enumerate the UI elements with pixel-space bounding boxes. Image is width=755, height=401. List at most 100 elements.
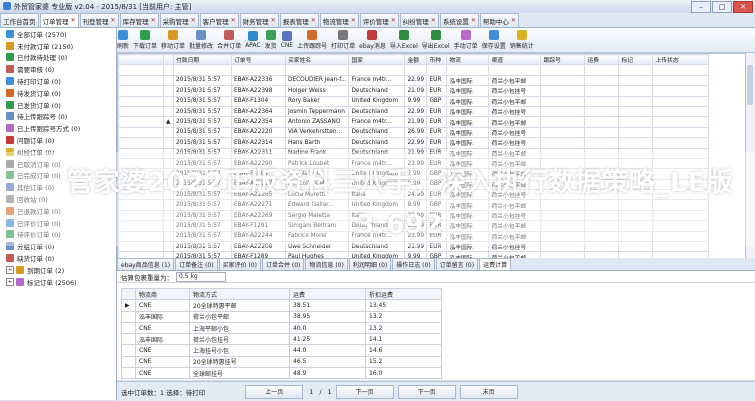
column-header[interactable]: 上传状态: [652, 54, 710, 66]
column-header[interactable]: 运费: [584, 54, 620, 66]
top-tab[interactable]: 工作台首页: [0, 13, 39, 27]
shipping-row[interactable]: CNE 上海平邮小包 40.0 13.2: [121, 321, 442, 335]
sidebar-item[interactable]: 需要审核 (0): [0, 63, 116, 75]
top-tab[interactable]: 帮助中心 ✕: [479, 13, 519, 27]
toolbar-button[interactable]: 批量修改: [189, 30, 213, 50]
sidebar-item[interactable]: 全部订单 (2570): [0, 28, 116, 40]
detail-tab[interactable]: 订单合并 (0): [261, 258, 305, 270]
close-tab-icon[interactable]: ✕: [431, 17, 436, 24]
close-tab-icon[interactable]: ✕: [151, 17, 156, 24]
toolbar-button[interactable]: 销售统计: [510, 30, 534, 50]
close-tab-icon[interactable]: ✕: [191, 17, 196, 24]
column-header[interactable]: 金额: [404, 54, 428, 66]
column-header[interactable]: 币种: [426, 54, 448, 66]
detail-tab[interactable]: 操作日志 (0): [392, 258, 435, 270]
expand-icon[interactable]: +: [6, 265, 14, 274]
close-tab-icon[interactable]: ✕: [351, 17, 356, 24]
table-row[interactable]: ▲ 2015/8/31 5:57 EBAY-A22354 Antonio ZASSAN…: [118, 116, 710, 128]
column-header[interactable]: 渠道: [488, 54, 542, 66]
detail-tab[interactable]: 买家评价 (0): [218, 258, 261, 270]
detail-tab[interactable]: 订单留言 (0): [435, 258, 479, 270]
detail-tab[interactable]: ebay商品信息 (1): [117, 258, 175, 270]
sidebar-item[interactable]: 已上传跟踪号方式 (0): [0, 122, 116, 134]
shipping-column-header[interactable]: 运费: [289, 287, 366, 301]
toolbar-button[interactable]: 导出Excel: [422, 30, 450, 50]
column-header[interactable]: [118, 54, 164, 66]
close-tab-icon[interactable]: ✕: [231, 17, 236, 24]
close-tab-icon[interactable]: ✕: [271, 17, 276, 24]
shipping-column-header[interactable]: 折扣运费: [365, 287, 442, 301]
next-page-button-2[interactable]: 下一页: [397, 384, 456, 399]
top-tab[interactable]: 采购管理 ✕: [159, 13, 199, 27]
shipping-row[interactable]: CNE 全球邮挂号 48.9 16.0: [121, 367, 442, 380]
close-tab-icon[interactable]: ✕: [111, 17, 116, 24]
top-tab[interactable]: 库存管理 ✕: [119, 13, 159, 27]
close-tab-icon[interactable]: ✕: [471, 17, 476, 24]
scrollbar-thumb[interactable]: [747, 65, 753, 105]
minimize-button[interactable]: –: [691, 1, 711, 13]
close-button[interactable]: ✕: [733, 1, 753, 13]
top-tab[interactable]: 物流管理 ✕: [319, 13, 359, 27]
column-header[interactable]: 跟踪号: [540, 54, 586, 66]
sidebar-item[interactable]: + 标记订单 (2506): [0, 276, 116, 288]
column-header[interactable]: 买家姓名: [284, 54, 350, 66]
column-header[interactable]: 订单号: [231, 54, 286, 66]
toolbar-button[interactable]: 上传跟踪号: [297, 30, 327, 50]
shipping-column-header[interactable]: 物流商: [135, 287, 190, 301]
toolbar-button[interactable]: 移动订单: [161, 30, 185, 50]
detail-tab[interactable]: 利润明细 (0): [348, 258, 392, 270]
top-tab[interactable]: 订单管理 ✕: [39, 13, 79, 27]
table-row[interactable]: 2015/8/31 5:57 EBAY-A22398 Holger Weiss Deu…: [118, 85, 710, 97]
table-row[interactable]: 2015/8/31 5:57 EBAY-A22336 DECOUDIER Jean-…: [118, 74, 710, 87]
toolbar-button[interactable]: 保存设置: [482, 30, 506, 50]
column-header[interactable]: 物流: [446, 54, 490, 66]
toolbar-button[interactable]: 下载订单: [133, 30, 157, 50]
toolbar-button[interactable]: ebay消息: [359, 30, 386, 50]
sidebar-item[interactable]: 未付款订单 (2150): [0, 40, 116, 52]
top-tab[interactable]: 刊登管理 ✕: [79, 13, 119, 27]
sidebar-item[interactable]: 待打印订单 (0): [0, 75, 116, 87]
column-header[interactable]: 标记: [618, 54, 654, 66]
column-header[interactable]: 国家: [348, 54, 406, 66]
sidebar-item[interactable]: 缺货订单 (0): [0, 252, 116, 264]
shipping-row[interactable]: CNE 20全球特惠挂号 46.5 15.2: [121, 355, 442, 369]
toolbar-button[interactable]: 刷新: [117, 30, 129, 50]
close-tab-icon[interactable]: ✕: [311, 17, 316, 24]
toolbar-button[interactable]: 手动订单: [454, 30, 478, 50]
toolbar-button[interactable]: CNE: [281, 31, 293, 49]
detail-tab[interactable]: 物流信息 (0): [305, 258, 348, 270]
table-row[interactable]: 2015/8/31 5:57 EBAY-A22314 Hans Barth Deuts…: [118, 137, 710, 149]
toolbar-button[interactable]: 打印订单: [331, 30, 355, 50]
sidebar-item[interactable]: 待发货订单 (0): [0, 87, 116, 99]
table-row[interactable]: 2015/8/31 5:57 EBAY-F1304 Rory Baker United…: [118, 95, 710, 107]
prev-page-button[interactable]: 上一页: [245, 384, 304, 399]
close-tab-icon[interactable]: ✕: [511, 17, 516, 24]
top-tab[interactable]: 评价管理 ✕: [359, 13, 399, 27]
detail-tab[interactable]: 运费计算: [479, 258, 512, 270]
shipping-column-header[interactable]: [121, 287, 136, 301]
next-page-button[interactable]: 下一页: [335, 384, 394, 399]
top-tab[interactable]: 纠纷管理 ✕: [399, 13, 439, 27]
expand-icon[interactable]: +: [6, 277, 14, 286]
top-tab[interactable]: 系统设置 ✕: [439, 13, 479, 27]
last-page-button[interactable]: 末页: [459, 384, 518, 399]
sidebar-item[interactable]: 已付款待处理 (0): [0, 52, 116, 64]
sidebar-item[interactable]: + 到期订单 (2): [0, 264, 116, 276]
detail-tab[interactable]: 订单备注 (0): [175, 258, 218, 270]
toolbar-button[interactable]: 发货: [265, 30, 277, 50]
weight-input[interactable]: 0.5 kg: [176, 271, 226, 282]
column-header[interactable]: [163, 54, 174, 66]
toolbar-button[interactable]: 合并订单: [217, 30, 241, 50]
close-tab-icon[interactable]: ✕: [71, 17, 76, 24]
shipping-row[interactable]: CNE 上海挂号小包 44.0 14.6: [121, 344, 442, 357]
table-row[interactable]: 2015/8/31 5:57 EBAY-A22220 VIA Verkehrstte…: [118, 126, 710, 139]
column-header[interactable]: 付款日期: [173, 54, 232, 66]
top-tab[interactable]: 客户管理 ✕: [199, 13, 239, 27]
sidebar-item[interactable]: 待上传跟踪号 (0): [0, 111, 116, 123]
sidebar-item[interactable]: 问题订单 (0): [0, 134, 116, 146]
shipping-row[interactable]: 泓丰国际 荷兰小包挂号 41.25 14.1: [121, 333, 442, 346]
top-tab[interactable]: 财务管理 ✕: [239, 13, 279, 27]
shipping-column-header[interactable]: 物流方式: [189, 287, 290, 301]
table-row[interactable]: [118, 64, 710, 76]
toolbar-button[interactable]: APAC: [245, 31, 261, 49]
